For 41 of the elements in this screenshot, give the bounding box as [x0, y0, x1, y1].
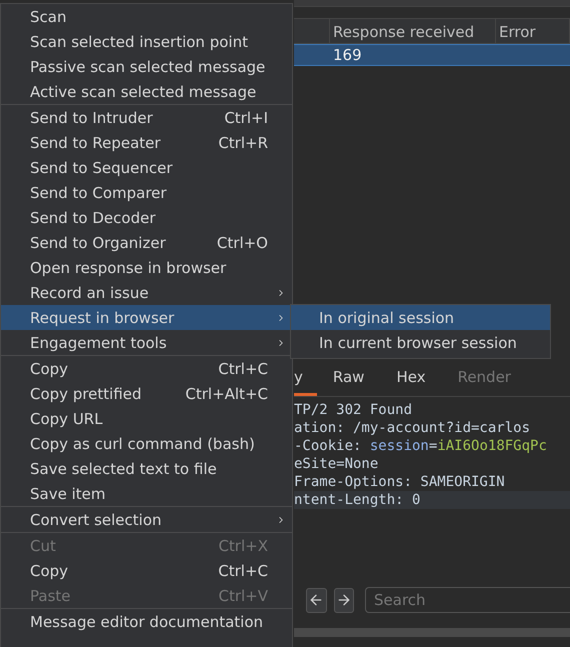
menu-item[interactable]: Copy prettified Ctrl+Alt+C — [1, 381, 292, 406]
back-button[interactable] — [306, 588, 326, 612]
response-line: eSite=None — [294, 455, 380, 473]
column-header[interactable]: Error — [499, 23, 536, 41]
menu-item[interactable]: Send to Sequencer — [1, 155, 292, 180]
menu-item[interactable]: Message editor documentation — [1, 609, 292, 634]
response-line: -Cookie: session=iAI6Oo18FGqPc — [294, 437, 548, 455]
response-line: ation: /my-account?id=carlos — [294, 419, 532, 437]
scrollbar[interactable] — [294, 628, 570, 637]
arrow-right-icon — [336, 592, 352, 608]
table-row[interactable]: 169 — [294, 44, 570, 66]
menu-item[interactable]: Record an issue — [1, 280, 292, 305]
forward-button[interactable] — [334, 588, 354, 612]
search-field[interactable]: Search — [365, 587, 570, 613]
menu-item[interactable]: Send to Decoder — [1, 205, 292, 230]
table-cell: 169 — [333, 46, 362, 64]
menu-item[interactable]: Copy as curl command (bash) — [1, 431, 292, 456]
menu-item[interactable]: Save selected text to file — [1, 456, 292, 481]
menu-item[interactable]: In current browser session — [291, 330, 550, 355]
menu-item[interactable]: Save item — [1, 481, 292, 506]
menu-item[interactable]: Copy Ctrl+C — [1, 558, 292, 583]
menu-item[interactable]: Engagement tools — [1, 330, 292, 355]
menu-item[interactable]: Active scan selected message — [1, 79, 292, 104]
menu-item[interactable]: Passive scan selected message — [1, 54, 292, 79]
editor-tab[interactable]: Hex — [396, 360, 442, 396]
menu-item[interactable]: Scan selected insertion point — [1, 29, 292, 54]
menu-item[interactable]: Scan — [1, 4, 292, 29]
menu-item[interactable]: Send to Comparer — [1, 180, 292, 205]
menu-item[interactable]: In original session — [291, 305, 550, 330]
menu-item[interactable]: Convert selection — [1, 507, 292, 532]
menu-item[interactable]: Copy URL — [1, 406, 292, 431]
menu-item[interactable]: Request in browser — [1, 305, 292, 330]
editor-tab[interactable]: Raw — [332, 360, 380, 396]
column-header[interactable]: Response received — [333, 23, 474, 41]
response-line: Frame-Options: SAMEORIGIN — [294, 473, 506, 491]
response-line: TP/2 302 Found — [294, 401, 414, 419]
menu-item[interactable]: Open response in browser — [1, 255, 292, 280]
menu-item[interactable]: Copy Ctrl+C — [1, 356, 292, 381]
menu-item[interactable]: Send to Organizer Ctrl+O — [1, 230, 292, 255]
menu-item[interactable]: Send to Repeater Ctrl+R — [1, 130, 292, 155]
menu-item[interactable]: Send to Intruder Ctrl+I — [1, 105, 292, 130]
